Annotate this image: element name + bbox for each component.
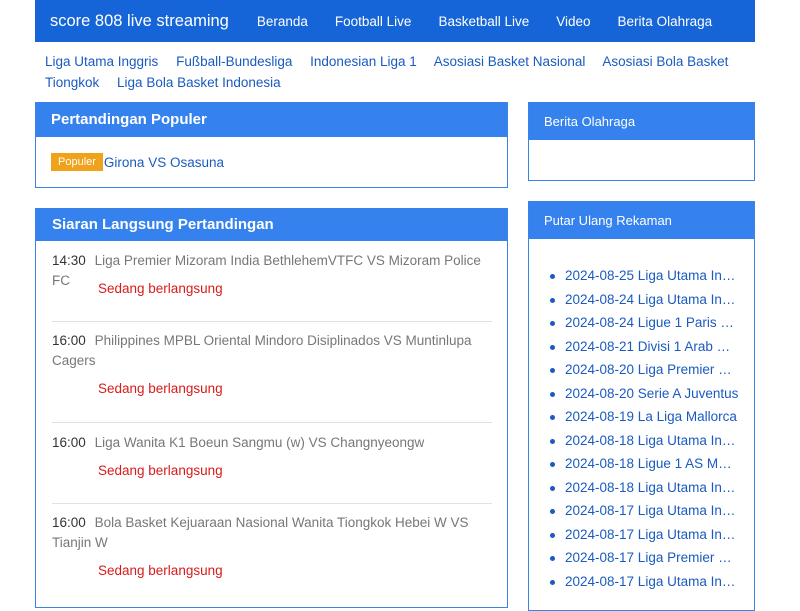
match-time: 16:00 [52,435,86,450]
match-title[interactable]: Liga Wanita K1 Boeun Sangmu (w) VS Chang… [95,435,425,450]
replay-item[interactable]: 2024-08-18 Ligue 1 AS Monaco [549,452,739,476]
replay-item[interactable]: 2024-08-19 La Liga Mallorca [549,405,739,429]
nav-beranda[interactable]: Beranda [257,14,308,29]
bullet-icon [550,438,555,444]
bullet-icon [550,556,555,561]
live-match-item[interactable]: 16:00 Philippines MPBL Oriental Mindoro … [52,331,492,371]
replay-item[interactable]: 2024-08-17 Liga Utama Inggris [549,523,739,547]
live-status: Sedang berlangsung [98,281,223,296]
replay-link[interactable]: 2024-08-17 Liga Utama Inggris [565,503,739,518]
match-title[interactable]: Bola Basket Kejuaraan Nasional Wanita Ti… [52,515,469,550]
match-time: 16:00 [52,515,86,530]
bullet-icon [550,344,555,350]
panel-title: Berita Olahraga [529,103,754,140]
bullet-icon [550,509,555,514]
replay-link[interactable]: 2024-08-17 Liga Premier Nasional [565,550,739,565]
replay-link[interactable]: 2024-08-17 Liga Utama Inggris [565,574,739,589]
replay-link[interactable]: 2024-08-21 Divisi 1 Arab Saudi [565,339,739,354]
replay-item[interactable]: 2024-08-25 Liga Utama Inggris [549,264,739,288]
replay-item[interactable]: 2024-08-20 Serie A Juventus [549,382,739,406]
panel-title: Pertandingan Populer [36,103,507,137]
popular-match-link[interactable]: Girona VS Osasuna [104,155,224,170]
replay-link[interactable]: 2024-08-18 Liga Utama Inggris [565,433,739,448]
divider [52,503,492,504]
match-title[interactable]: Philippines MPBL Oriental Mindoro Disipl… [52,333,472,368]
replay-link[interactable]: 2024-08-17 Liga Utama Inggris [565,527,739,542]
nav-football-live[interactable]: Football Live [335,14,412,29]
replay-item[interactable]: 2024-08-24 Ligue 1 Paris Saint-Germain [549,311,739,335]
category-link[interactable]: Indonesian Liga 1 [310,54,417,69]
replay-link[interactable]: 2024-08-20 Serie A Juventus [565,386,738,401]
divider [52,321,492,322]
replay-link[interactable]: 2024-08-25 Liga Utama Inggris [565,268,739,283]
bullet-icon [550,321,555,326]
live-status: Sedang berlangsung [98,563,223,578]
sports-news-panel: Berita Olahraga [528,102,755,181]
bullet-icon [550,274,555,279]
nav-basketball-live[interactable]: Basketball Live [438,14,529,29]
scrollbar[interactable] [792,0,800,600]
replay-link[interactable]: 2024-08-18 Ligue 1 AS Monaco [565,456,739,471]
replay-panel: Putar Ulang Rekaman 2024-08-25 Liga Utam… [528,201,755,611]
bullet-icon [550,462,555,467]
live-matches-panel: Siaran Langsung Pertandingan 14:30 Liga … [35,208,508,608]
bullet-icon [550,485,555,491]
live-status: Sedang berlangsung [98,463,223,478]
bullet-icon [550,368,555,373]
nav-berita-olahraga[interactable]: Berita Olahraga [618,14,713,29]
bullet-icon [550,391,555,397]
panel-title: Siaran Langsung Pertandingan [36,209,507,241]
replay-item[interactable]: 2024-08-18 Liga Utama Inggris [549,429,739,453]
replay-link[interactable]: 2024-08-19 La Liga Mallorca [565,409,737,424]
replay-link[interactable]: 2024-08-20 Liga Premier Nasional [565,362,739,377]
replay-link[interactable]: 2024-08-24 Ligue 1 Paris Saint-Germain [565,315,739,330]
replay-item[interactable]: 2024-08-24 Liga Utama Inggris [549,288,739,312]
replay-item[interactable]: 2024-08-21 Divisi 1 Arab Saudi [549,335,739,359]
live-match-item[interactable]: 16:00 Liga Wanita K1 Boeun Sangmu (w) VS… [52,433,492,453]
replay-list: 2024-08-25 Liga Utama Inggris 2024-08-24… [549,264,739,593]
replay-item[interactable]: 2024-08-17 Liga Utama Inggris [549,499,739,523]
popular-matches-panel: Pertandingan Populer Populer Girona VS O… [35,102,508,188]
panel-title: Putar Ulang Rekaman [529,202,754,239]
replay-item[interactable]: 2024-08-18 Liga Utama Inggris [549,476,739,500]
popular-badge: Populer [51,153,103,171]
bullet-icon [550,415,555,420]
category-link[interactable]: Fußball-Bundesliga [176,54,292,69]
bullet-icon [550,579,555,585]
popular-match-row: Populer Girona VS Osasuna [51,153,224,171]
replay-link[interactable]: 2024-08-18 Liga Utama Inggris [565,480,739,495]
match-time: 16:00 [52,333,86,348]
match-time: 14:30 [52,253,86,268]
category-link[interactable]: Asosiasi Basket Nasional [434,54,586,69]
bullet-icon [550,532,555,538]
replay-link[interactable]: 2024-08-24 Liga Utama Inggris [565,292,739,307]
category-link[interactable]: Liga Bola Basket Indonesia [117,75,281,90]
replay-item[interactable]: 2024-08-17 Liga Utama Inggris [549,570,739,594]
replay-item[interactable]: 2024-08-20 Liga Premier Nasional [549,358,739,382]
category-links: Liga Utama Inggris Fußball-Bundesliga In… [45,51,745,93]
bullet-icon [550,297,555,303]
site-brand[interactable]: score 808 live streaming [50,12,229,31]
top-navbar: score 808 live streaming Beranda Footbal… [35,0,755,42]
category-link[interactable]: Liga Utama Inggris [45,54,158,69]
live-match-item[interactable]: 16:00 Bola Basket Kejuaraan Nasional Wan… [52,513,492,553]
live-status: Sedang berlangsung [98,381,223,396]
replay-item[interactable]: 2024-08-17 Liga Premier Nasional [549,546,739,570]
nav-video[interactable]: Video [556,14,590,29]
divider [52,422,492,423]
